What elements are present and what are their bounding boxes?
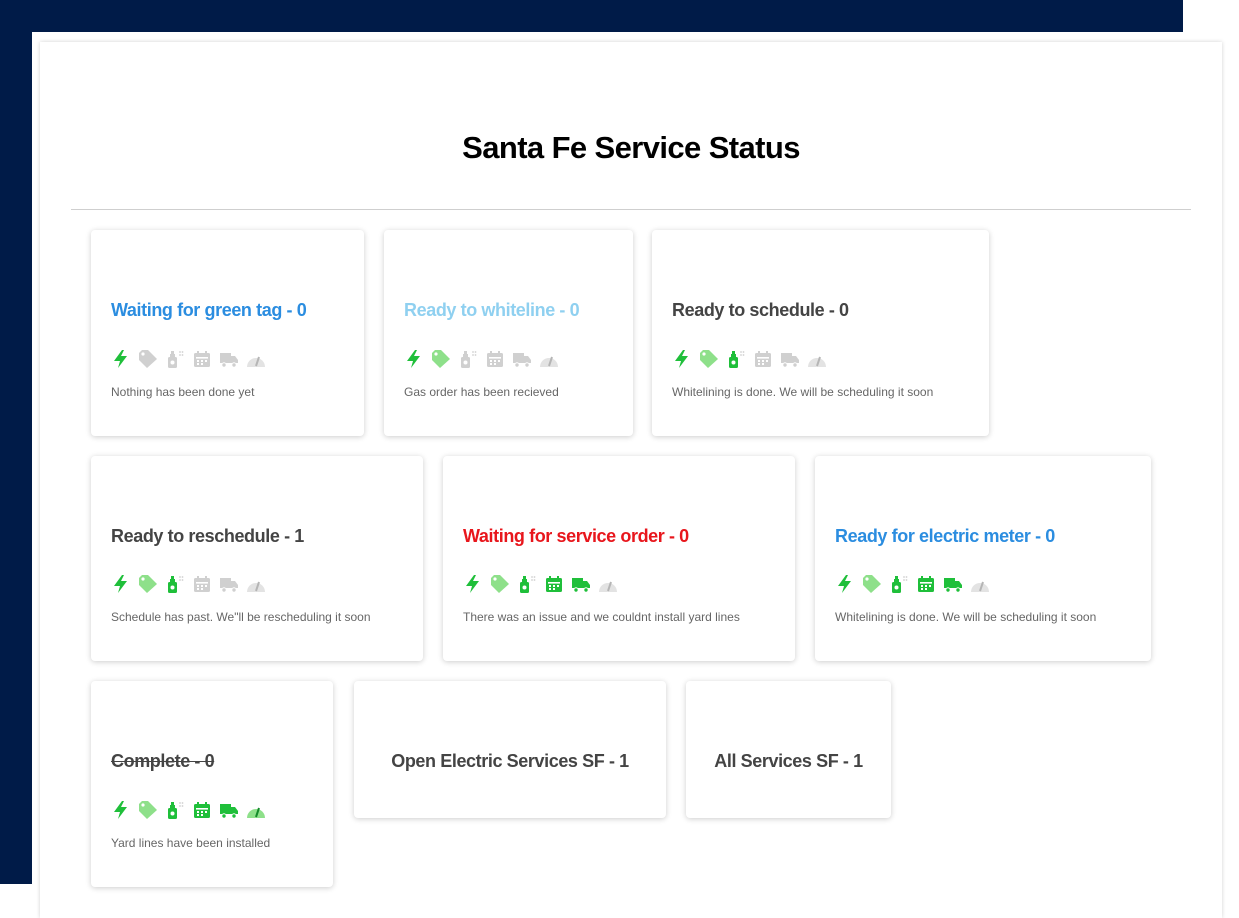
lightning-icon — [111, 800, 131, 820]
calendar-icon — [544, 574, 564, 594]
card-title: Ready for electric meter - 0 — [835, 526, 1055, 546]
status-card-ready-electric-meter[interactable]: Ready for electric meter - 0 Whitelining… — [815, 456, 1151, 661]
meter-gauge-icon — [970, 574, 990, 594]
tag-icon — [138, 574, 158, 594]
spray-can-icon — [517, 574, 537, 594]
card-title: Ready to reschedule - 1 — [111, 526, 304, 546]
lightning-icon — [111, 349, 131, 369]
side-band — [0, 0, 32, 884]
meter-gauge-icon — [539, 349, 559, 369]
card-description: Schedule has past. We"ll be rescheduling… — [111, 610, 371, 624]
status-card-complete[interactable]: Complete - 0 Yard lines have been instal… — [91, 681, 333, 887]
lightning-icon — [672, 349, 692, 369]
spray-can-icon — [726, 349, 746, 369]
meter-gauge-icon — [246, 574, 266, 594]
status-card-waiting-service-order[interactable]: Waiting for service order - 0 There was … — [443, 456, 795, 661]
all-services-card[interactable]: All Services SF - 1 — [686, 681, 891, 818]
card-description: There was an issue and we couldnt instal… — [463, 610, 740, 624]
lightning-icon — [835, 574, 855, 594]
card-description: Yard lines have been installed — [111, 836, 271, 850]
status-card-ready-to-schedule[interactable]: Ready to schedule - 0 Whitelining is don… — [652, 230, 989, 436]
card-description: Whitelining is done. We will be scheduli… — [672, 385, 934, 399]
truck-icon — [219, 574, 239, 594]
icon-row — [111, 348, 266, 370]
tag-icon — [138, 800, 158, 820]
calendar-icon — [485, 349, 505, 369]
icon-row — [404, 348, 559, 370]
meter-gauge-icon — [807, 349, 827, 369]
meter-gauge-icon — [246, 800, 266, 820]
spray-can-icon — [889, 574, 909, 594]
spray-can-icon — [165, 574, 185, 594]
calendar-icon — [192, 349, 212, 369]
page-title: Santa Fe Service Status — [462, 130, 800, 165]
status-panel: Santa Fe Service Status Waiting for gree… — [40, 42, 1222, 918]
divider — [71, 209, 1191, 210]
truck-icon — [780, 349, 800, 369]
lightning-icon — [404, 349, 424, 369]
icon-row — [835, 573, 990, 595]
status-card-ready-to-reschedule[interactable]: Ready to reschedule - 1 Schedule has pas… — [91, 456, 423, 661]
card-title: Waiting for service order - 0 — [463, 526, 689, 546]
card-title: All Services SF - 1 — [714, 751, 863, 771]
calendar-icon — [916, 574, 936, 594]
card-title: Complete - 0 — [111, 751, 215, 771]
lightning-icon — [111, 574, 131, 594]
lightning-icon — [463, 574, 483, 594]
icon-row — [463, 573, 618, 595]
status-card-ready-to-whiteline[interactable]: Ready to whiteline - 0 Gas order has bee… — [384, 230, 633, 436]
spray-can-icon — [458, 349, 478, 369]
truck-icon — [943, 574, 963, 594]
header-band — [0, 0, 1183, 32]
truck-icon — [571, 574, 591, 594]
card-title: Ready to schedule - 0 — [672, 300, 849, 320]
card-title: Open Electric Services SF - 1 — [391, 751, 629, 771]
meter-gauge-icon — [598, 574, 618, 594]
status-card-waiting-green-tag[interactable]: Waiting for green tag - 0 Nothing has be… — [91, 230, 364, 436]
tag-icon — [862, 574, 882, 594]
open-electric-services-card[interactable]: Open Electric Services SF - 1 — [354, 681, 666, 818]
tag-icon — [699, 349, 719, 369]
card-description: Nothing has been done yet — [111, 385, 255, 399]
tag-icon — [138, 349, 158, 369]
card-title: Waiting for green tag - 0 — [111, 300, 307, 320]
icon-row — [111, 573, 266, 595]
tag-icon — [490, 574, 510, 594]
card-title: Ready to whiteline - 0 — [404, 300, 580, 320]
truck-icon — [219, 349, 239, 369]
spray-can-icon — [165, 349, 185, 369]
tag-icon — [431, 349, 451, 369]
truck-icon — [219, 800, 239, 820]
icon-row — [111, 799, 266, 821]
truck-icon — [512, 349, 532, 369]
calendar-icon — [753, 349, 773, 369]
calendar-icon — [192, 574, 212, 594]
calendar-icon — [192, 800, 212, 820]
meter-gauge-icon — [246, 349, 266, 369]
card-description: Whitelining is done. We will be scheduli… — [835, 610, 1097, 624]
card-description: Gas order has been recieved — [404, 385, 559, 399]
spray-can-icon — [165, 800, 185, 820]
icon-row — [672, 348, 827, 370]
